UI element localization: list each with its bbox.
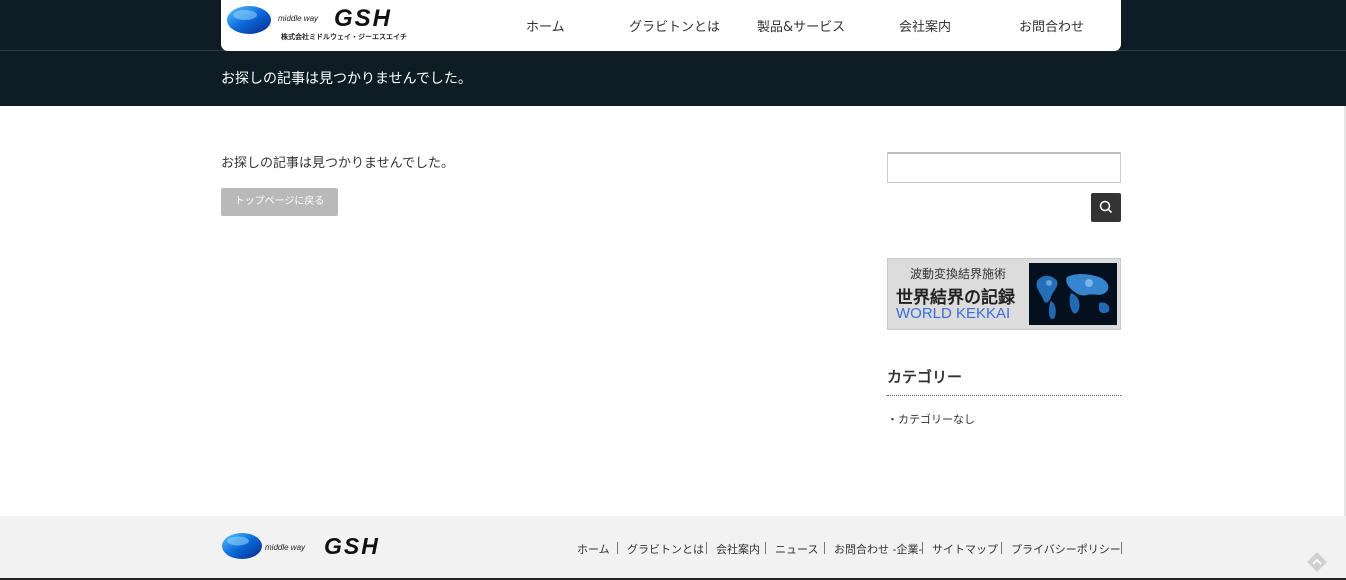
footer-separator [765,542,766,554]
footer-logo-oval-icon [222,533,262,559]
footer-separator [824,542,825,554]
category-item[interactable]: ・カテゴリーなし [887,411,975,427]
footer-link-contact[interactable]: お問合わせ -企業- [834,541,922,557]
world-map-image [1029,263,1117,325]
footer-logo-big-text: GSH [324,533,380,559]
footer-separator [1001,542,1002,554]
nav-item-home[interactable]: ホーム [526,16,565,35]
search-button[interactable] [1091,193,1121,222]
nav-item-company[interactable]: 会社案内 [899,16,951,35]
footer-link-news[interactable]: ニュース [775,541,818,557]
nav-item-products[interactable]: 製品&サービス [757,16,845,35]
page-title: お探しの記事は見つかりませんでした。 [221,71,472,87]
footer-link-home[interactable]: ホーム [577,541,610,557]
not-found-message: お探しの記事は見つかりませんでした。 [221,156,454,171]
category-heading: カテゴリー [887,368,963,386]
footer-link-graviton[interactable]: グラビトンとは [627,541,704,557]
world-kekkai-banner[interactable]: 波動変換結界施術 世界結界の記録 WORLD KEKKAI [887,258,1121,330]
category-divider [887,395,1121,396]
main-nav: ホーム グラビトンとは 製品&サービス 会社案内 お問合わせ [221,0,1121,51]
footer-link-privacy[interactable]: プライバシーポリシー [1011,541,1121,557]
footer-link-company[interactable]: 会社案内 [716,541,760,557]
back-to-top-button[interactable]: トップページに戻る [221,188,338,216]
nav-item-contact[interactable]: お問合わせ [1019,16,1084,35]
footer: middle way GSH ホーム グラビトンとは 会社案内 ニュース お問合… [0,516,1346,580]
bullet-icon: ・ [887,413,898,426]
nav-item-graviton[interactable]: グラビトンとは [629,16,720,35]
banner-english-title: WORLD KEKKAI [896,305,1011,322]
header-card: middle way GSH 株式会社ミドルウェイ・ジーエスエイチ ホーム グラ… [221,0,1121,51]
banner-subtitle: 波動変換結界施術 [910,267,1007,281]
footer-logo-small-text: middle way [265,543,306,552]
footer-separator [706,542,707,554]
scroll-to-top-icon[interactable] [1306,551,1328,573]
footer-separator [617,542,618,554]
footer-link-sitemap[interactable]: サイトマップ [932,541,998,557]
search-input[interactable] [887,152,1121,183]
footer-separator [922,542,923,554]
footer-logo[interactable]: middle way GSH [221,532,401,562]
category-item-label: カテゴリーなし [898,413,975,426]
search-icon [1099,200,1113,214]
footer-separator [1121,542,1122,554]
